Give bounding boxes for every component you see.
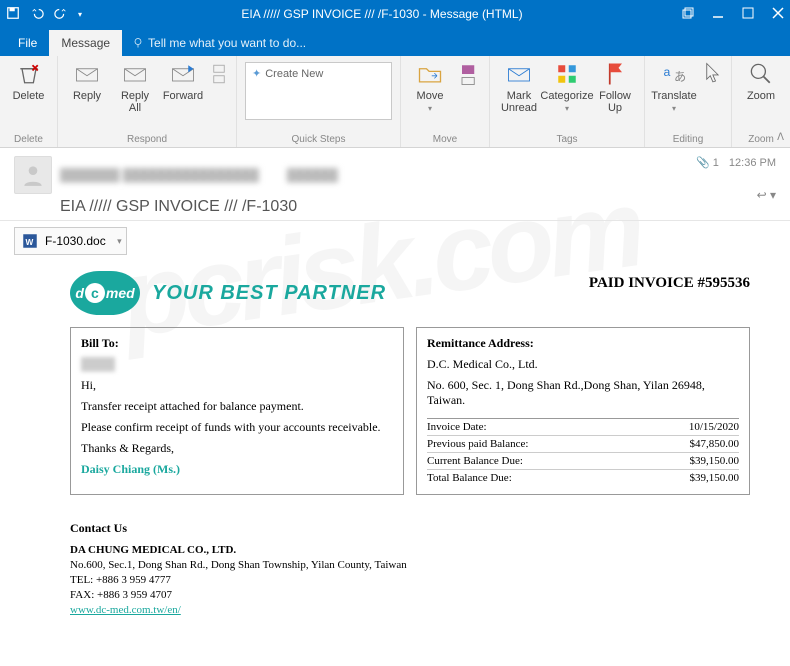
window-restore-icon[interactable] bbox=[682, 7, 694, 22]
chevron-down-icon[interactable]: ▾ bbox=[117, 236, 122, 247]
categorize-icon bbox=[553, 60, 581, 88]
select-button[interactable] bbox=[701, 60, 723, 88]
cursor-icon bbox=[698, 60, 726, 88]
zoom-icon bbox=[747, 60, 775, 88]
ribbon-tabs: File Message Tell me what you want to do… bbox=[0, 28, 790, 56]
redo-icon[interactable] bbox=[54, 6, 68, 23]
svg-text:a: a bbox=[664, 65, 671, 79]
save-icon[interactable] bbox=[6, 6, 20, 23]
follow-up-button[interactable]: Follow Up bbox=[594, 60, 636, 114]
translate-icon: aあ bbox=[660, 60, 688, 88]
folder-move-icon bbox=[416, 60, 444, 88]
quick-steps-gallery[interactable]: ✦Create New bbox=[245, 62, 392, 120]
envelope-icon bbox=[73, 60, 101, 88]
move-button[interactable]: Move▾ bbox=[409, 60, 451, 114]
reply-dropdown-icon[interactable]: ↩ ▾ bbox=[757, 188, 776, 202]
svg-text:あ: あ bbox=[674, 70, 686, 84]
titlebar: ▾ EIA ///// GSP INVOICE /// /F-1030 - Me… bbox=[0, 0, 790, 28]
attachment-chip[interactable]: W F-1030.doc ▾ bbox=[14, 227, 127, 255]
tagline: YOUR BEST PARTNER bbox=[152, 282, 386, 305]
delete-icon bbox=[15, 60, 43, 88]
contact-section: Contact Us DA CHUNG MEDICAL CO., LTD. No… bbox=[70, 521, 750, 616]
message-body: PAID INVOICE #595536 dcmed YOUR BEST PAR… bbox=[0, 261, 790, 639]
recipient-redacted: ██████ bbox=[287, 168, 338, 182]
categorize-button[interactable]: Categorize▾ bbox=[546, 60, 588, 114]
move-more-button[interactable] bbox=[457, 60, 481, 88]
tab-message[interactable]: Message bbox=[49, 30, 122, 56]
envelope-closed-icon bbox=[505, 60, 533, 88]
bill-to-panel: Bill To: ████ Hi, Transfer receipt attac… bbox=[70, 327, 404, 495]
tab-file[interactable]: File bbox=[6, 30, 49, 56]
undo-icon[interactable] bbox=[30, 6, 44, 23]
mark-unread-button[interactable]: Mark Unread bbox=[498, 60, 540, 114]
delete-button[interactable]: Delete bbox=[8, 60, 49, 102]
close-icon[interactable] bbox=[772, 7, 784, 22]
flag-icon bbox=[601, 60, 629, 88]
forward-button[interactable]: Forward bbox=[162, 60, 204, 102]
reply-all-button[interactable]: Reply All bbox=[114, 60, 156, 114]
message-subject: EIA ///// GSP INVOICE /// /F-1030 bbox=[60, 198, 776, 216]
maximize-icon[interactable] bbox=[742, 7, 754, 22]
invoice-title: PAID INVOICE #595536 bbox=[589, 275, 750, 292]
signature: Daisy Chiang (Ms.) bbox=[81, 462, 393, 477]
company-logo: dcmed bbox=[70, 271, 140, 315]
tell-me-search[interactable]: Tell me what you want to do... bbox=[122, 30, 316, 56]
reply-button[interactable]: Reply bbox=[66, 60, 108, 102]
person-icon bbox=[20, 162, 46, 188]
attachment-indicator: 📎 1 bbox=[696, 156, 719, 169]
received-time: 12:36 PM bbox=[729, 157, 776, 169]
sender-redacted: ███████ ████████████████ bbox=[60, 168, 259, 182]
ribbon: Delete Delete Reply Reply All Forward Re… bbox=[0, 56, 790, 148]
lightbulb-icon bbox=[132, 37, 144, 49]
remittance-panel: Remittance Address: D.C. Medical Co., Lt… bbox=[416, 327, 750, 495]
envelope-icon bbox=[121, 60, 149, 88]
website-link[interactable]: www.dc-med.com.tw/en/ bbox=[70, 604, 181, 616]
window-title: EIA ///// GSP INVOICE /// /F-1030 - Mess… bbox=[82, 7, 682, 21]
attachment-name: F-1030.doc bbox=[45, 234, 106, 248]
zoom-button[interactable]: Zoom bbox=[740, 60, 782, 102]
envelope-arrow-icon bbox=[169, 60, 197, 88]
translate-button[interactable]: aあTranslate▾ bbox=[653, 60, 695, 114]
collapse-ribbon-icon[interactable]: ᐱ bbox=[777, 132, 784, 143]
word-doc-icon: W bbox=[21, 232, 39, 250]
minimize-icon[interactable] bbox=[712, 7, 724, 22]
svg-text:W: W bbox=[26, 238, 34, 247]
avatar bbox=[14, 156, 52, 194]
respond-more-button[interactable] bbox=[210, 60, 228, 88]
message-header: ███████ ████████████████ ██████ 📎 1 12:3… bbox=[0, 148, 790, 221]
